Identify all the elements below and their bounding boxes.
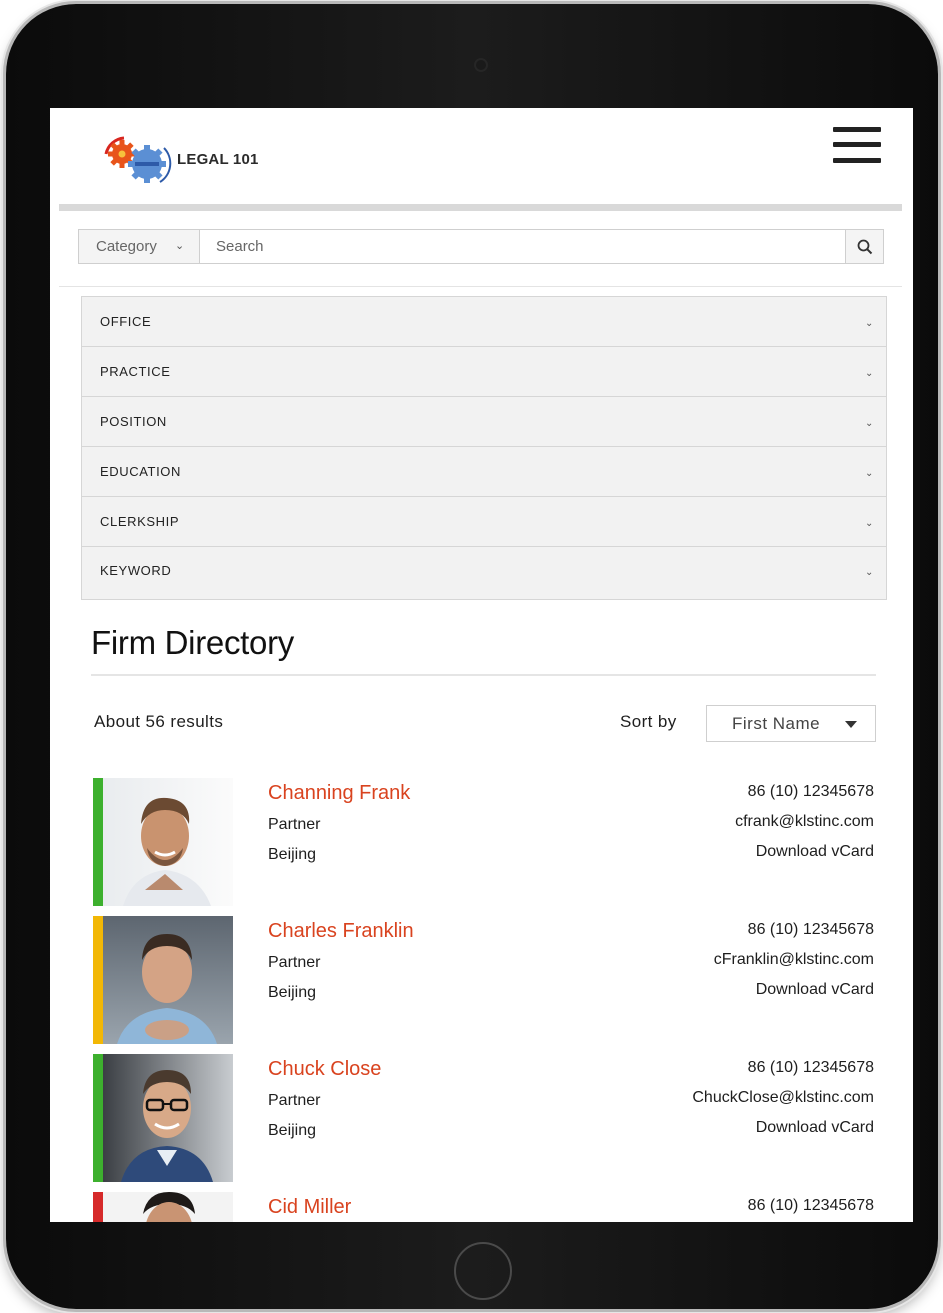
- brand-logo-icon[interactable]: [100, 132, 175, 184]
- status-accent-bar: [93, 778, 103, 906]
- search-icon: [857, 239, 873, 255]
- filter-label: EDUCATION: [100, 464, 181, 479]
- person-name-link[interactable]: Charles Franklin: [268, 920, 414, 943]
- caret-down-icon: [845, 721, 857, 728]
- tablet-frame: LEGAL 101 Category ⌄ Search OFFICE ⌄ PRA…: [6, 4, 938, 1309]
- sort-label: Sort by: [620, 712, 677, 731]
- avatar[interactable]: [103, 916, 233, 1044]
- person-phone: 86 (10) 12345678: [747, 921, 874, 938]
- search-divider: [59, 286, 902, 287]
- download-vcard-link[interactable]: Download vCard: [756, 981, 874, 999]
- person-phone: 86 (10) 12345678: [747, 783, 874, 800]
- status-accent-bar: [93, 1192, 103, 1222]
- search-button[interactable]: [845, 230, 883, 263]
- download-vcard-link[interactable]: Download vCard: [756, 1119, 874, 1137]
- category-dropdown[interactable]: Category ⌄: [79, 230, 200, 263]
- person-title: Partner: [268, 816, 321, 833]
- person-name-link[interactable]: Chuck Close: [268, 1058, 381, 1081]
- filter-label: POSITION: [100, 414, 167, 429]
- filter-clerkship[interactable]: CLERKSHIP ⌄: [82, 497, 886, 547]
- sort-value: First Name: [732, 714, 821, 733]
- person-phone: 86 (10) 12345678: [747, 1197, 874, 1214]
- results-count: About 56 results: [94, 712, 224, 731]
- chevron-down-icon: ⌄: [865, 518, 874, 529]
- chevron-down-icon: ⌄: [865, 418, 874, 429]
- chevron-down-icon: ⌄: [175, 240, 185, 252]
- chevron-down-icon: ⌄: [865, 567, 874, 578]
- person-email-link[interactable]: cfrank@klstinc.com: [735, 813, 874, 831]
- status-accent-bar: [93, 1054, 103, 1182]
- person-title: Partner: [268, 954, 321, 971]
- filter-keyword[interactable]: KEYWORD ⌄: [82, 547, 886, 599]
- person-card: Charles Franklin Partner Beijing 86 (10)…: [93, 916, 878, 1044]
- screen: LEGAL 101 Category ⌄ Search OFFICE ⌄ PRA…: [50, 108, 913, 1222]
- person-office: Beijing: [268, 1122, 317, 1139]
- filter-label: CLERKSHIP: [100, 514, 180, 529]
- chevron-down-icon: ⌄: [865, 468, 874, 479]
- hamburger-menu-icon[interactable]: [833, 127, 881, 167]
- filter-label: KEYWORD: [100, 563, 172, 578]
- download-vcard-link[interactable]: Download vCard: [756, 843, 874, 861]
- person-office: Beijing: [268, 846, 317, 863]
- filter-education[interactable]: EDUCATION ⌄: [82, 447, 886, 497]
- title-divider: [91, 674, 876, 676]
- home-button[interactable]: [454, 1242, 512, 1300]
- filter-label: OFFICE: [100, 314, 152, 329]
- person-office: Beijing: [268, 984, 317, 1001]
- site-header: LEGAL 101: [50, 108, 913, 205]
- chevron-down-icon: ⌄: [865, 368, 874, 379]
- brand-name: LEGAL 101: [177, 151, 259, 168]
- person-email-link[interactable]: cFranklin@klstinc.com: [714, 951, 874, 969]
- filter-label: PRACTICE: [100, 364, 171, 379]
- person-email-link[interactable]: ChuckClose@klstinc.com: [692, 1089, 874, 1107]
- filter-practice[interactable]: PRACTICE ⌄: [82, 347, 886, 397]
- person-name-link[interactable]: Channing Frank: [268, 782, 410, 805]
- avatar[interactable]: [103, 1054, 233, 1182]
- sort-dropdown[interactable]: First Name: [706, 705, 876, 742]
- person-phone: 86 (10) 12345678: [747, 1059, 874, 1076]
- filter-accordion: OFFICE ⌄ PRACTICE ⌄ POSITION ⌄ EDUCATION…: [81, 296, 887, 600]
- person-card: Cid Miller 86 (10) 12345678: [93, 1192, 878, 1222]
- person-title: Partner: [268, 1092, 321, 1109]
- chevron-down-icon: ⌄: [865, 318, 874, 329]
- filter-office[interactable]: OFFICE ⌄: [82, 297, 886, 347]
- filter-position[interactable]: POSITION ⌄: [82, 397, 886, 447]
- avatar[interactable]: [103, 778, 233, 906]
- person-name-link[interactable]: Cid Miller: [268, 1196, 351, 1219]
- person-card: Channing Frank Partner Beijing 86 (10) 1…: [93, 778, 878, 906]
- search-input[interactable]: [201, 230, 845, 263]
- page-title: Firm Directory: [91, 624, 294, 661]
- avatar[interactable]: [103, 1192, 233, 1222]
- search-bar: Category ⌄: [78, 229, 884, 264]
- status-accent-bar: [93, 916, 103, 1044]
- category-label: Category: [96, 238, 157, 255]
- person-card: Chuck Close Partner Beijing 86 (10) 1234…: [93, 1054, 878, 1182]
- front-camera: [474, 58, 488, 72]
- header-divider: [59, 204, 902, 211]
